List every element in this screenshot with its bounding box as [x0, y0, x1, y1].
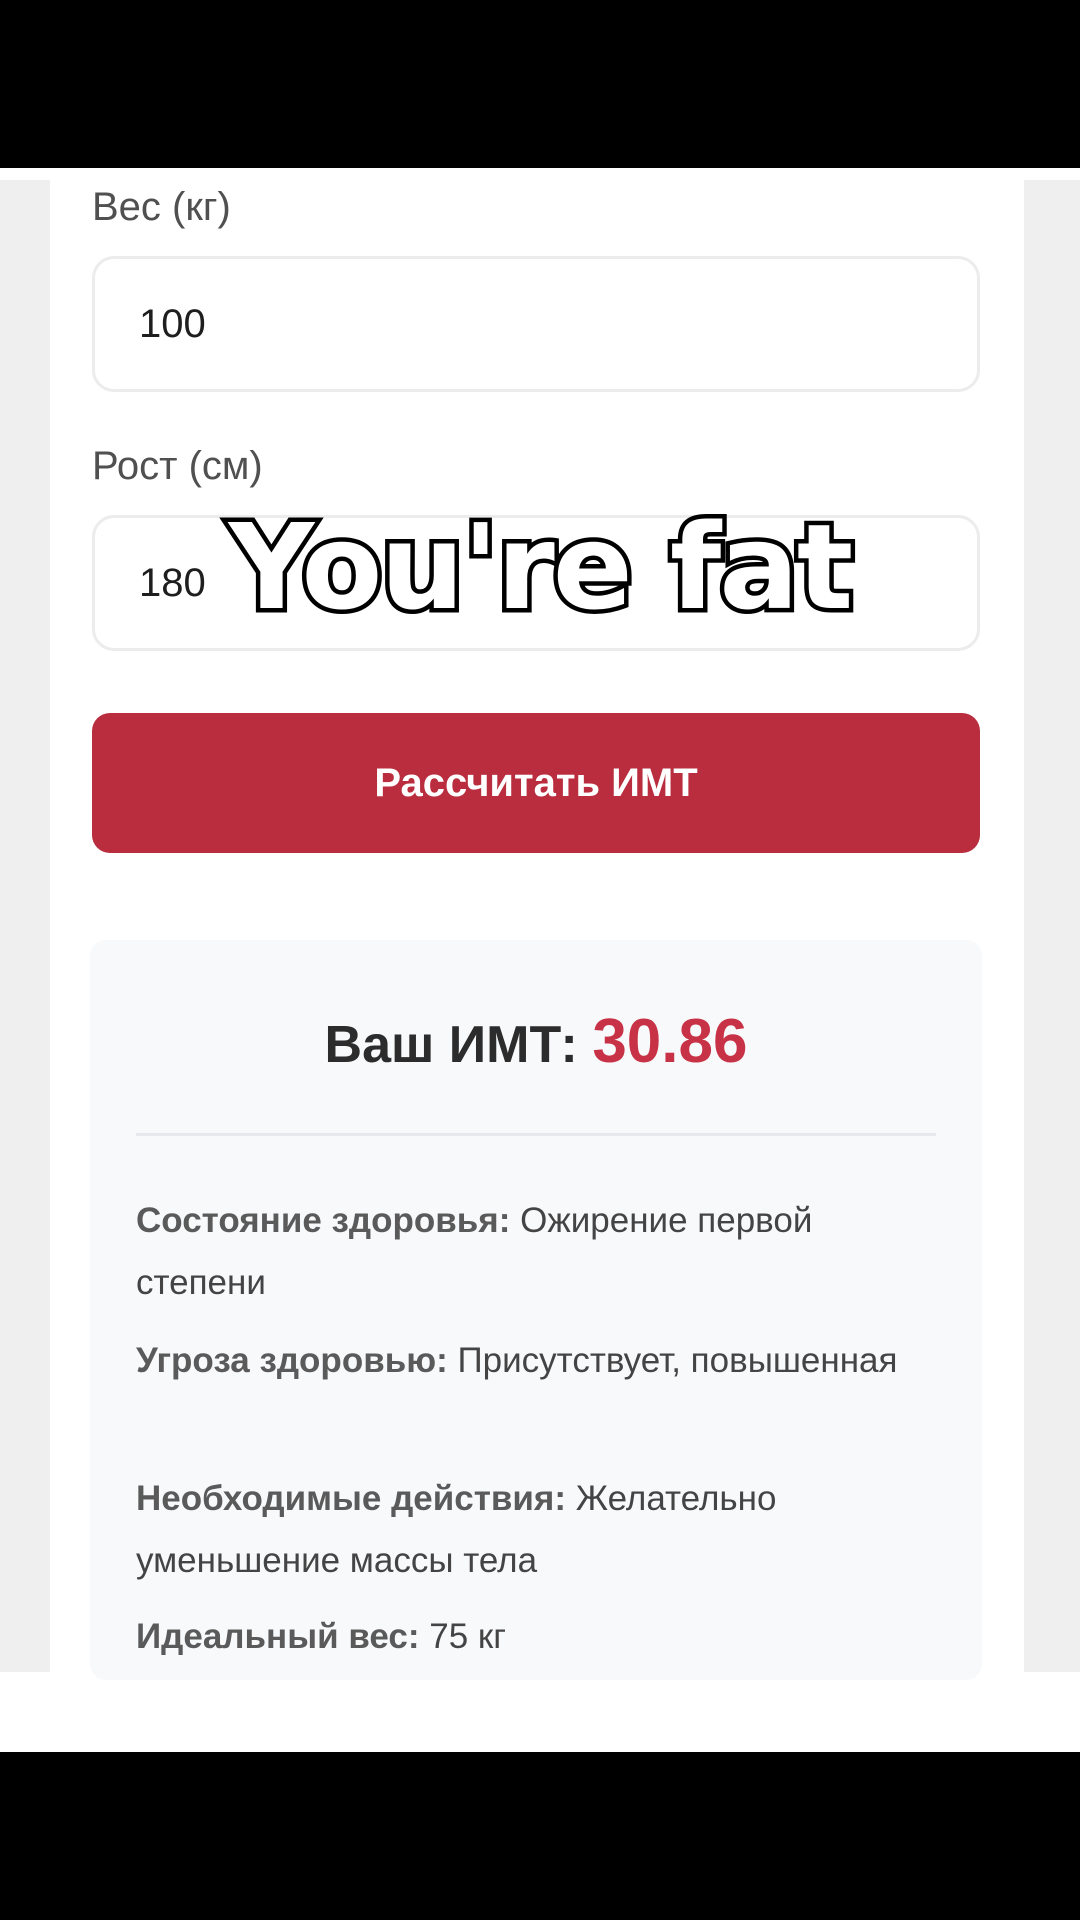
bmi-result-card: Ваш ИМТ: 30.86 Состояние здоровья: Ожире… [90, 940, 982, 1680]
bmi-calculator-screen: Вес (кг) Рост (см) Рассчитать ИМТ Ваш ИМ… [0, 168, 1080, 1752]
health-status-row: Состояние здоровья: Ожирение первой степ… [136, 1190, 936, 1314]
health-status-key: Состояние здоровья: [136, 1201, 511, 1240]
page-side-margin-left [0, 180, 50, 1672]
height-input[interactable] [139, 560, 939, 606]
ideal-weight-value: 75 кг [419, 1617, 506, 1656]
weight-input[interactable] [139, 301, 939, 347]
height-input-box[interactable] [92, 515, 980, 651]
bmi-result-title: Ваш ИМТ: 30.86 [90, 1010, 982, 1077]
page-side-margin-right [1024, 180, 1080, 1672]
required-actions-key: Необходимые действия: [136, 1479, 566, 1518]
calculate-bmi-button[interactable]: Рассчитать ИМТ [92, 713, 980, 853]
letterbox-bottom [0, 1752, 1080, 1920]
letterbox-top [0, 0, 1080, 168]
weight-input-box[interactable] [92, 256, 980, 392]
ideal-weight-row: Идеальный вес: 75 кг [136, 1606, 936, 1668]
bmi-value: 30.86 [592, 1007, 748, 1076]
health-risk-value: Присутствует, повышенная [447, 1341, 898, 1380]
bmi-result-prefix: Ваш ИМТ: [324, 1016, 593, 1074]
health-risk-key: Угроза здоровью: [136, 1341, 448, 1380]
required-actions-row: Необходимые действия: Желательно уменьше… [136, 1468, 936, 1592]
result-divider [136, 1133, 936, 1136]
height-label: Рост (см) [92, 444, 263, 488]
weight-label: Вес (кг) [92, 185, 231, 229]
ideal-weight-key: Идеальный вес: [136, 1617, 420, 1656]
health-risk-row: Угроза здоровью: Присутствует, повышенна… [136, 1330, 936, 1392]
